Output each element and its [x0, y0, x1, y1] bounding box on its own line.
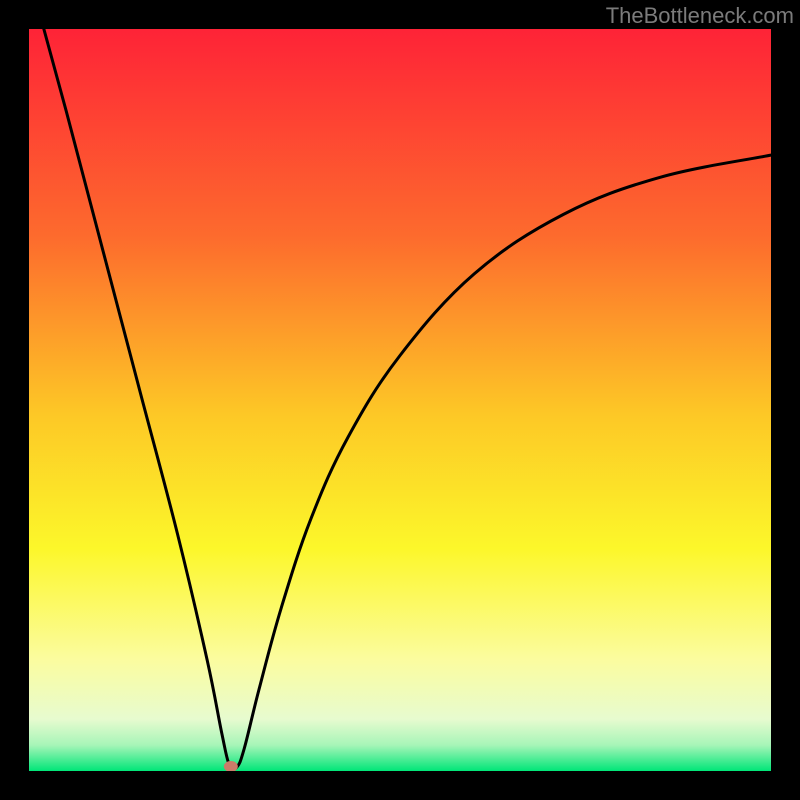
chart-svg: [29, 29, 771, 771]
watermark-text: TheBottleneck.com: [606, 3, 794, 29]
chart-frame: [29, 29, 771, 771]
chart-background: [29, 29, 771, 771]
